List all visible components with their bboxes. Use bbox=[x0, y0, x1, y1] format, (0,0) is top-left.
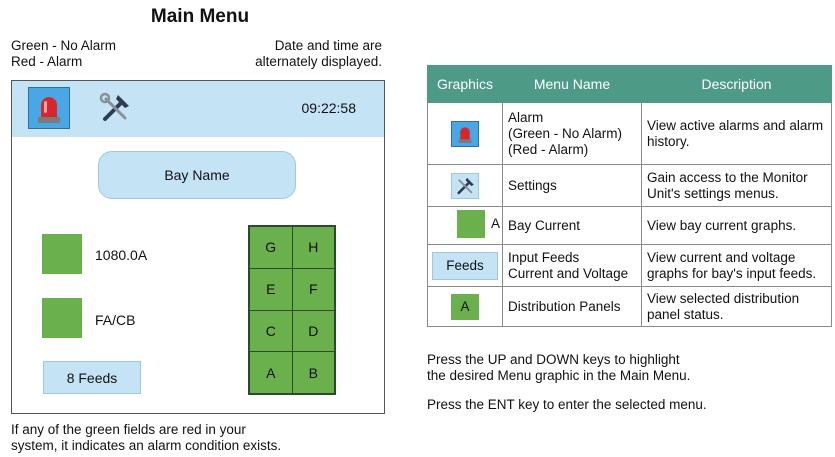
graphic-cell: A bbox=[427, 206, 503, 245]
time-display: 09:22:58 bbox=[301, 100, 357, 116]
description-cell: Gain access to the Monitor Unit's settin… bbox=[641, 164, 832, 207]
settings-button[interactable] bbox=[96, 89, 134, 127]
table-row: Settings Gain access to the Monitor Unit… bbox=[427, 164, 832, 207]
table-row: A Bay Current View bay current graphs. bbox=[427, 206, 832, 245]
graphic-cell: A bbox=[427, 286, 503, 327]
menu-name-cell: Alarm (Green - No Alarm) (Red - Alarm) bbox=[502, 102, 642, 165]
alarm-beacon-icon bbox=[38, 97, 60, 123]
description-cell: View selected distribution panel status. bbox=[641, 286, 832, 327]
date-time-note: Date and time are alternately displayed. bbox=[255, 38, 382, 69]
description-cell: View bay current graphs. bbox=[641, 206, 832, 245]
menu-name-cell: Bay Current bbox=[502, 206, 642, 245]
alarm-graphic bbox=[451, 120, 479, 147]
settings-tools-icon bbox=[457, 177, 474, 194]
panel-e[interactable]: E bbox=[250, 268, 292, 310]
table-header-row: Graphics Menu Name Description bbox=[427, 65, 832, 103]
table-row: Feeds Input Feeds Current and Voltage Vi… bbox=[427, 244, 832, 287]
bay-current-graphic-label: A bbox=[490, 215, 500, 231]
panel-d[interactable]: D bbox=[292, 310, 334, 352]
bay-current-value: 1080.0A bbox=[95, 247, 148, 263]
menu-name-cell: Input Feeds Current and Voltage bbox=[502, 244, 642, 287]
menu-reference-table: Graphics Menu Name Description Alarm (Gr… bbox=[427, 65, 832, 327]
main-menu-title: Main Menu bbox=[150, 6, 250, 27]
bay-name-field[interactable]: Bay Name bbox=[98, 151, 296, 199]
feeds-button[interactable]: 8 Feeds bbox=[43, 361, 141, 394]
panel-c[interactable]: C bbox=[250, 310, 292, 352]
description-cell: View current and voltage graphs for bay'… bbox=[641, 244, 832, 287]
panel-a[interactable]: A bbox=[250, 352, 292, 393]
panel-h[interactable]: H bbox=[292, 227, 334, 268]
settings-tools-icon bbox=[99, 92, 129, 121]
navigation-instructions: Press the UP and DOWN keys to highlight … bbox=[427, 352, 691, 383]
header-description: Description bbox=[641, 65, 832, 103]
settings-graphic bbox=[451, 172, 479, 199]
main-menu-screen: 09:22:58 Bay Name 1080.0A FA/CB 8 Feeds … bbox=[11, 80, 385, 414]
description-cell: View active alarms and alarm history. bbox=[641, 102, 832, 165]
alarm-color-note: Green - No Alarm Red - Alarm bbox=[11, 38, 117, 69]
alarm-footnote: If any of the green fields are red in yo… bbox=[11, 422, 282, 453]
fa-cb-label: FA/CB bbox=[95, 312, 136, 328]
menu-name-cell: Settings bbox=[502, 164, 642, 207]
alarm-button[interactable] bbox=[28, 87, 70, 129]
status-bar: 09:22:58 bbox=[12, 81, 384, 137]
feeds-graphic: Feeds bbox=[432, 251, 498, 280]
panel-f[interactable]: F bbox=[292, 268, 334, 310]
graphic-cell bbox=[427, 164, 503, 207]
distribution-panel-graphic: A bbox=[451, 293, 479, 320]
menu-name-cell: Distribution Panels bbox=[502, 286, 642, 327]
panel-b[interactable]: B bbox=[292, 352, 334, 393]
bay-current-indicator[interactable] bbox=[42, 234, 82, 274]
alarm-beacon-icon bbox=[458, 126, 472, 143]
header-menu-name: Menu Name bbox=[502, 65, 642, 103]
graphic-cell bbox=[427, 102, 503, 165]
graphic-cell: Feeds bbox=[427, 244, 503, 287]
table-row: Alarm (Green - No Alarm) (Red - Alarm) V… bbox=[427, 102, 832, 165]
distribution-panel-grid: G H E F C D A B bbox=[248, 225, 336, 395]
fa-cb-indicator[interactable] bbox=[42, 298, 82, 338]
table-row: A Distribution Panels View selected dist… bbox=[427, 286, 832, 327]
header-graphics: Graphics bbox=[427, 65, 503, 103]
enter-instructions: Press the ENT key to enter the selected … bbox=[427, 397, 707, 412]
panel-g[interactable]: G bbox=[250, 227, 292, 268]
bay-current-graphic bbox=[456, 209, 485, 238]
